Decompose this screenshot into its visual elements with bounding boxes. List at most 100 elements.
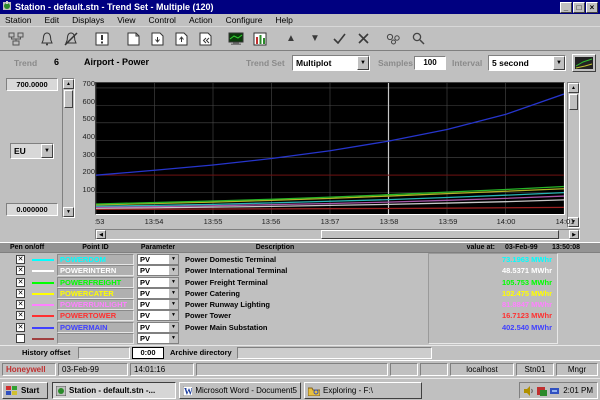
- chevron-down-icon[interactable]: ▼: [169, 255, 178, 264]
- chevron-down-icon[interactable]: ▼: [169, 289, 178, 298]
- chevron-down-icon[interactable]: ▼: [553, 56, 565, 70]
- volume-icon[interactable]: [524, 386, 534, 396]
- y-axis: 700 600 500 400 300 200 100: [73, 76, 95, 221]
- y-tick: 600: [73, 97, 95, 106]
- pen-value: 16.7123 MWhr: [432, 311, 552, 320]
- chevron-down-icon[interactable]: ▼: [169, 311, 178, 320]
- zoom-icon[interactable]: [406, 29, 430, 49]
- parameter-select[interactable]: PV▼: [137, 265, 179, 276]
- close-button[interactable]: ×: [586, 2, 598, 13]
- trend-plot[interactable]: [95, 82, 565, 215]
- message-summary-icon[interactable]: [90, 29, 114, 49]
- point-id-field[interactable]: POWERFREIGHT: [57, 277, 134, 288]
- scroll-up-icon[interactable]: ▲: [568, 83, 579, 93]
- pen-description: Power Freight Terminal: [185, 278, 425, 287]
- menu-help[interactable]: Help: [275, 15, 292, 25]
- tray-status-icon[interactable]: [537, 386, 547, 396]
- menu-station[interactable]: Station: [5, 15, 31, 25]
- alarm-disable-icon[interactable]: [59, 29, 83, 49]
- parameter-select[interactable]: PV▼: [137, 333, 179, 344]
- pen-checkbox[interactable]: ✕: [16, 255, 25, 264]
- offset-time-field[interactable]: 0:00: [132, 347, 164, 359]
- point-id-field[interactable]: POWERDOM: [57, 254, 134, 265]
- range-min-input[interactable]: 0.000000: [6, 203, 58, 216]
- parameter-select[interactable]: PV▼: [137, 277, 179, 288]
- minimize-button[interactable]: _: [560, 2, 572, 13]
- eu-select[interactable]: EU ▼: [10, 143, 54, 159]
- pen-sample: [32, 304, 54, 306]
- station-tree-icon[interactable]: [4, 29, 28, 49]
- table-header: Pen on/off Point ID Parameter Descriptio…: [0, 242, 600, 253]
- plot-vscrollbar[interactable]: ▲ ▼: [567, 82, 580, 228]
- station-task-icon: [56, 386, 66, 396]
- point-id-field[interactable]: POWERCATER: [57, 288, 134, 299]
- taskbar: Start Station - default.stn -... W Micro…: [0, 378, 600, 400]
- tray-network-icon[interactable]: [550, 386, 560, 396]
- find-icon[interactable]: [382, 29, 406, 49]
- start-button[interactable]: Start: [2, 382, 48, 399]
- cancel-icon[interactable]: [351, 29, 375, 49]
- chevron-down-icon[interactable]: ▼: [41, 144, 53, 158]
- page-down-icon[interactable]: [145, 29, 169, 49]
- chevron-down-icon[interactable]: ▼: [357, 56, 369, 70]
- parameter-select[interactable]: PV▼: [137, 322, 179, 333]
- menu-view[interactable]: View: [117, 15, 135, 25]
- parameter-select[interactable]: PV▼: [137, 310, 179, 321]
- chevron-down-icon[interactable]: ▼: [169, 266, 178, 275]
- scrollbar-thumb[interactable]: [321, 230, 559, 239]
- menu-configure[interactable]: Configure: [226, 15, 263, 25]
- pen-checkbox[interactable]: [16, 334, 25, 343]
- pen-checkbox[interactable]: ✕: [16, 278, 25, 287]
- scroll-left-icon[interactable]: ◀: [96, 230, 106, 239]
- scrollbar-thumb[interactable]: [64, 90, 73, 108]
- page-blank-icon[interactable]: [121, 29, 145, 49]
- trend-display-button[interactable]: [572, 54, 596, 72]
- status-date: 03-Feb-99: [58, 363, 128, 376]
- page-repeat-icon[interactable]: [193, 29, 217, 49]
- parameter-select[interactable]: PV▼: [137, 299, 179, 310]
- chevron-down-icon[interactable]: ▼: [169, 334, 178, 343]
- lower-icon[interactable]: ▼: [303, 29, 327, 49]
- y-tick: 400: [73, 132, 95, 141]
- alarm-annunciator-icon[interactable]: [35, 29, 59, 49]
- trend-set-select[interactable]: Multiplot ▼: [292, 55, 370, 71]
- pen-checkbox[interactable]: ✕: [16, 289, 25, 298]
- chevron-down-icon[interactable]: ▼: [169, 323, 178, 332]
- pen-checkbox[interactable]: ✕: [16, 266, 25, 275]
- point-id-field[interactable]: POWERMAIN: [57, 322, 134, 333]
- menu-displays[interactable]: Displays: [72, 15, 104, 25]
- display-icon[interactable]: [224, 29, 248, 49]
- taskbar-task-station[interactable]: Station - default.stn -...: [52, 382, 176, 399]
- archive-directory-input[interactable]: [237, 347, 432, 359]
- range-max-input[interactable]: 700.0000: [6, 78, 58, 91]
- accept-icon[interactable]: [327, 29, 351, 49]
- taskbar-task-word[interactable]: W Microsoft Word - Document5: [179, 382, 301, 399]
- menu-control[interactable]: Control: [149, 15, 176, 25]
- eu-value: EU: [11, 146, 41, 156]
- pen-checkbox[interactable]: ✕: [16, 311, 25, 320]
- point-id-field[interactable]: [57, 333, 134, 344]
- scrollbar-thumb[interactable]: [569, 94, 578, 110]
- history-offset-input[interactable]: [78, 347, 130, 359]
- menu-edit[interactable]: Edit: [44, 15, 59, 25]
- samples-input[interactable]: 100: [414, 56, 446, 70]
- point-id-field[interactable]: POWERINTERN: [57, 265, 134, 276]
- raise-icon[interactable]: ▲: [279, 29, 303, 49]
- chevron-down-icon[interactable]: ▼: [169, 278, 178, 287]
- samples-label: Samples: [378, 58, 413, 68]
- point-id-field[interactable]: POWERTOWER: [57, 310, 134, 321]
- scroll-right-icon[interactable]: ▶: [569, 230, 579, 239]
- page-up-icon[interactable]: [169, 29, 193, 49]
- pen-checkbox[interactable]: ✕: [16, 323, 25, 332]
- chevron-down-icon[interactable]: ▼: [169, 300, 178, 309]
- taskbar-task-explorer[interactable]: Exploring - F:\: [304, 382, 422, 399]
- restore-button[interactable]: □: [573, 2, 585, 13]
- interval-select[interactable]: 5 second ▼: [488, 55, 566, 71]
- menu-action[interactable]: Action: [189, 15, 213, 25]
- pen-checkbox[interactable]: ✕: [16, 300, 25, 309]
- point-id-field[interactable]: POWERRUNLIGHT: [57, 299, 134, 310]
- parameter-select[interactable]: PV▼: [137, 288, 179, 299]
- trend-icon[interactable]: [248, 29, 272, 49]
- parameter-select[interactable]: PV▼: [137, 254, 179, 265]
- plot-hscrollbar[interactable]: ◀ ▶: [95, 229, 580, 240]
